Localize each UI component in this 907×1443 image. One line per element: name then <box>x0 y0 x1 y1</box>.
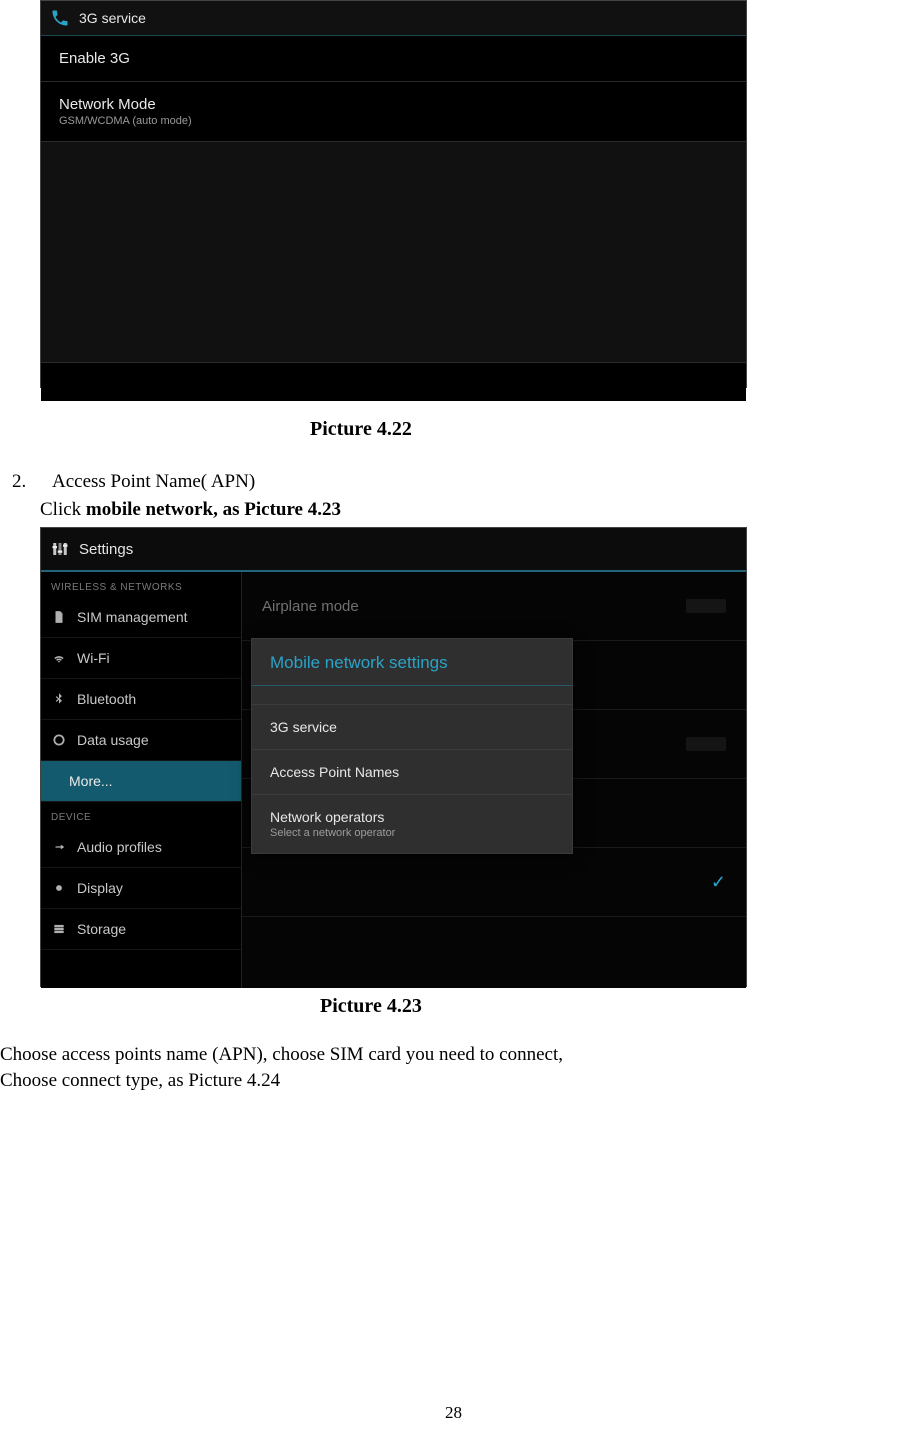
display-icon <box>51 880 67 896</box>
dialog-option-apn[interactable]: Access Point Names <box>252 749 572 794</box>
audio-icon <box>51 839 67 855</box>
click-prefix: Click <box>40 499 86 520</box>
phone-icon <box>49 7 71 29</box>
main-row-airplane[interactable]: Airplane mode <box>242 572 746 641</box>
click-bold: mobile network, as Picture 4.23 <box>86 499 341 520</box>
check-icon: ✓ <box>711 872 726 893</box>
sidebar-item-sim[interactable]: SIM management <box>41 597 241 638</box>
list-number: 2. <box>12 471 34 493</box>
paragraph-apn-1: Choose access points name (APN), choose … <box>0 1044 907 1066</box>
shot2-titlebar: Settings <box>41 528 746 572</box>
shot1-titlebar: 3G service <box>41 1 746 36</box>
dialog-option-3g-service[interactable]: 3G service <box>252 704 572 749</box>
sidebar-label: Display <box>77 880 123 896</box>
sidebar-item-bluetooth[interactable]: Bluetooth <box>41 679 241 720</box>
caption-4-22: Picture 4.22 <box>310 418 907 441</box>
screenshot-3g-service: 3G service Enable 3G Network Mode GSM/WC… <box>40 0 747 388</box>
dialog-option-network-operators[interactable]: Network operators Select a network opera… <box>252 794 572 853</box>
row-network-mode[interactable]: Network Mode GSM/WCDMA (auto mode) <box>41 82 746 142</box>
sidebar-cat-wireless: WIRELESS & NETWORKS <box>41 572 241 597</box>
list-text: Access Point Name( APN) <box>52 471 255 493</box>
row-enable-3g-label: Enable 3G <box>59 50 728 67</box>
dialog-option-sub: Select a network operator <box>270 827 554 839</box>
sidebar-cat-device: DEVICE <box>41 802 241 827</box>
page-number: 28 <box>0 1403 907 1423</box>
sidebar-label: Data usage <box>77 732 149 748</box>
airplane-label: Airplane mode <box>262 598 359 615</box>
row-network-mode-sub: GSM/WCDMA (auto mode) <box>59 115 728 127</box>
click-instruction: Click mobile network, as Picture 4.23 <box>40 499 907 521</box>
wifi-icon <box>51 650 67 666</box>
sidebar-item-storage[interactable]: Storage <box>41 909 241 950</box>
dialog-option-label: 3G service <box>270 719 554 735</box>
caption-4-23: Picture 4.23 <box>320 995 907 1018</box>
sidebar-item-display[interactable]: Display <box>41 868 241 909</box>
shot2-title: Settings <box>79 541 133 558</box>
sidebar-item-audio[interactable]: Audio profiles <box>41 827 241 868</box>
mobile-network-settings-dialog: Mobile network settings 3G service Acces… <box>251 638 573 854</box>
list-item-2: 2. Access Point Name( APN) Click mobile … <box>0 471 907 521</box>
toggle-icon[interactable] <box>686 599 726 613</box>
bluetooth-icon <box>51 691 67 707</box>
toggle-icon[interactable] <box>686 737 726 751</box>
sidebar-label: SIM management <box>77 609 188 625</box>
data-usage-icon <box>51 732 67 748</box>
dialog-option-label: Network operators <box>270 809 554 825</box>
dialog-option-label: Access Point Names <box>270 764 554 780</box>
sidebar-label: Audio profiles <box>77 839 162 855</box>
sidebar-item-wifi[interactable]: Wi-Fi <box>41 638 241 679</box>
shot1-title: 3G service <box>79 10 146 26</box>
dialog-title: Mobile network settings <box>252 639 572 686</box>
row-network-mode-label: Network Mode <box>59 96 728 113</box>
shot1-fill <box>41 142 746 362</box>
sidebar-label: More... <box>69 773 113 789</box>
sidebar-label: Bluetooth <box>77 691 136 707</box>
sidebar-label: Storage <box>77 921 126 937</box>
sim-icon <box>51 609 67 625</box>
sidebar-item-more[interactable]: More... <box>41 761 241 802</box>
sidebar-label: Wi-Fi <box>77 650 110 666</box>
main-row-blank4: ✓ <box>242 848 746 917</box>
row-enable-3g[interactable]: Enable 3G <box>41 36 746 82</box>
settings-sidebar: WIRELESS & NETWORKS SIM management Wi-Fi <box>41 572 242 988</box>
paragraph-apn-2: Choose connect type, as Picture 4.24 <box>0 1070 907 1092</box>
sidebar-item-data-usage[interactable]: Data usage <box>41 720 241 761</box>
screenshot-settings: Settings WIRELESS & NETWORKS SIM managem… <box>40 527 747 987</box>
storage-icon <box>51 921 67 937</box>
shot1-navbar <box>41 362 746 401</box>
settings-icon <box>51 540 69 558</box>
